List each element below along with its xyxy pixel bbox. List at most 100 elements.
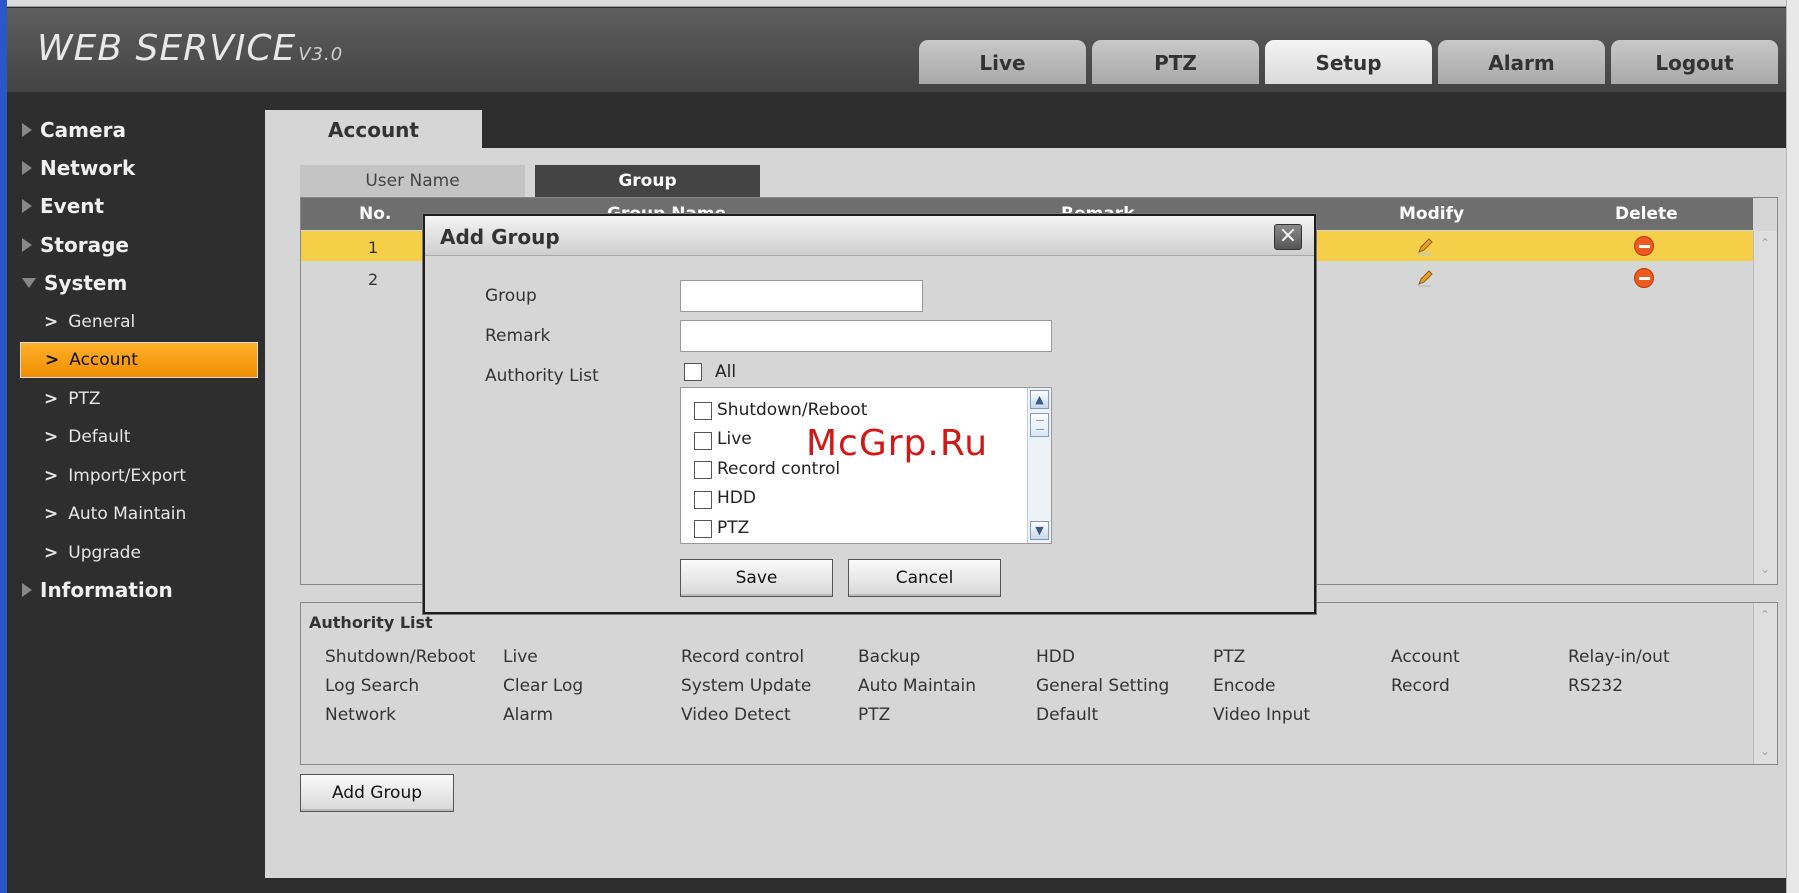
sidebar-item-upgrade[interactable]: > Upgrade <box>20 535 258 571</box>
collapse-triangle-icon <box>22 278 36 288</box>
sidebar-item-account[interactable]: > Account <box>20 342 258 378</box>
authority-item: System Update <box>681 676 812 696</box>
sidebar-item-general[interactable]: > General <box>20 304 258 340</box>
list-scrollbar[interactable]: ▲ ▼ <box>1027 388 1051 543</box>
expand-triangle-icon <box>22 583 32 597</box>
save-button[interactable]: Save <box>680 559 833 597</box>
sidebar-group-network[interactable]: Network <box>22 156 135 180</box>
chevron-right-icon: > <box>44 312 59 332</box>
authority-checkbox[interactable] <box>694 491 712 509</box>
main-tabs: Live PTZ Setup Alarm Logout <box>919 40 1778 84</box>
row-number: 1 <box>368 238 379 257</box>
sidebar-group-label: Network <box>40 156 136 180</box>
watermark-text: McGrp.Ru <box>806 423 989 464</box>
tab-account[interactable]: Account <box>265 110 482 150</box>
authority-item: General Setting <box>1036 676 1170 696</box>
sidebar-item-label: Import/Export <box>68 466 187 486</box>
tab-logout[interactable]: Logout <box>1611 40 1778 84</box>
authority-item: Backup <box>858 647 921 667</box>
add-group-button[interactable]: Add Group <box>300 774 454 812</box>
authority-scrollbar[interactable]: ⌃ ⌄ <box>1753 603 1777 764</box>
sidebar-group-label: System <box>44 271 128 295</box>
window-right-edge <box>1786 0 1799 893</box>
sidebar-group-information[interactable]: Information <box>22 578 173 602</box>
pencil-icon[interactable] <box>1415 236 1435 256</box>
tab-alarm[interactable]: Alarm <box>1438 40 1605 84</box>
chevron-right-icon: > <box>44 504 59 524</box>
authority-checkbox[interactable] <box>694 520 712 538</box>
tab-setup[interactable]: Setup <box>1265 40 1432 84</box>
authority-item: Log Search <box>325 676 420 696</box>
authority-item: Relay-in/out <box>1568 647 1670 667</box>
pencil-icon[interactable] <box>1415 268 1435 288</box>
authority-checkbox[interactable] <box>694 402 712 420</box>
close-button[interactable]: × <box>1274 224 1302 250</box>
subtab-group[interactable]: Group <box>535 165 760 198</box>
authority-item: Encode <box>1213 676 1276 696</box>
remark-input[interactable] <box>680 320 1052 352</box>
scroll-down-icon[interactable]: ⌄ <box>1757 561 1773 577</box>
scroll-down-icon[interactable]: ⌄ <box>1757 743 1773 759</box>
group-input[interactable] <box>680 280 923 312</box>
chevron-right-icon: > <box>44 466 59 486</box>
authority-item: Default <box>1036 705 1099 725</box>
authority-item: PTZ <box>1213 647 1246 667</box>
scroll-up-icon[interactable]: ⌃ <box>1757 607 1773 623</box>
group-label: Group <box>485 286 537 306</box>
authority-list-label: Authority List <box>485 366 599 386</box>
expand-triangle-icon <box>22 123 32 137</box>
row-number: 2 <box>368 270 379 289</box>
authority-list-box: Authority List Shutdown/Reboot Live Reco… <box>300 602 1778 765</box>
logo-version: V3.0 <box>298 44 344 65</box>
expand-triangle-icon <box>22 199 32 213</box>
sidebar-item-import-export[interactable]: > Import/Export <box>20 458 258 494</box>
window-left-edge <box>0 0 7 893</box>
authority-checkbox-label: Live <box>717 429 752 449</box>
authority-item: Account <box>1391 647 1460 667</box>
cancel-button[interactable]: Cancel <box>848 559 1001 597</box>
subtab-user-name[interactable]: User Name <box>300 165 525 198</box>
delete-icon[interactable] <box>1634 268 1654 288</box>
header-delete: Delete <box>1615 204 1678 224</box>
dialog-title-bar[interactable]: Add Group × <box>425 216 1314 256</box>
tab-live[interactable]: Live <box>919 40 1086 84</box>
sidebar-group-system[interactable]: System <box>22 271 127 295</box>
authority-checkbox[interactable] <box>694 432 712 450</box>
authority-item: Record <box>1391 676 1450 696</box>
authority-item: Record control <box>681 647 805 667</box>
remark-label: Remark <box>485 326 551 346</box>
sidebar-group-camera[interactable]: Camera <box>22 118 126 142</box>
scroll-thumb[interactable] <box>1030 413 1049 437</box>
chevron-right-icon: > <box>44 389 59 409</box>
authority-item: Network <box>325 705 396 725</box>
scroll-down-icon[interactable]: ▼ <box>1030 521 1049 540</box>
authority-item: Video Detect <box>681 705 791 725</box>
sidebar-group-event[interactable]: Event <box>22 194 104 218</box>
table-scrollbar[interactable]: ⌃ ⌄ <box>1753 231 1777 584</box>
authority-item: Clear Log <box>503 676 584 696</box>
logo-text: WEB SERVICE <box>37 28 297 69</box>
web-service-logo: WEB SERVICE V3.0 <box>37 28 343 69</box>
chevron-right-icon: > <box>45 350 60 370</box>
sidebar-group-label: Event <box>40 194 105 218</box>
sidebar-item-default[interactable]: > Default <box>20 419 258 455</box>
sidebar-item-label: Upgrade <box>68 543 141 563</box>
all-checkbox[interactable] <box>684 363 702 381</box>
sidebar-item-label: PTZ <box>68 389 101 409</box>
tab-ptz[interactable]: PTZ <box>1092 40 1259 84</box>
header-no: No. <box>359 204 392 224</box>
authority-item: PTZ <box>858 705 891 725</box>
sidebar-item-auto-maintain[interactable]: > Auto Maintain <box>20 496 258 532</box>
authority-item: Video Input <box>1213 705 1311 725</box>
scroll-up-icon[interactable]: ⌃ <box>1757 235 1773 251</box>
authority-checkbox-label: HDD <box>717 488 756 508</box>
sidebar-item-ptz[interactable]: > PTZ <box>20 381 258 417</box>
sidebar-group-storage[interactable]: Storage <box>22 233 129 257</box>
delete-icon[interactable] <box>1634 236 1654 256</box>
chevron-right-icon: > <box>44 427 59 447</box>
authority-checkbox[interactable] <box>694 461 712 479</box>
sidebar-group-label: Information <box>40 578 173 602</box>
authority-item: Auto Maintain <box>858 676 977 696</box>
expand-triangle-icon <box>22 238 32 252</box>
scroll-up-icon[interactable]: ▲ <box>1030 390 1049 409</box>
